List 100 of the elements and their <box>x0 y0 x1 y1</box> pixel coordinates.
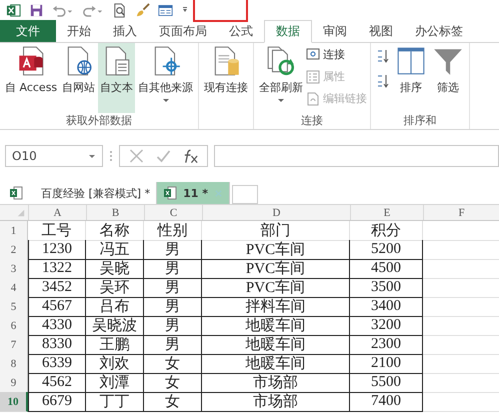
spreadsheet-icon <box>9 186 23 200</box>
table-cell: 4562 <box>28 373 86 393</box>
table-cell: 男 <box>144 316 202 336</box>
group-label: 排序和 <box>402 113 438 129</box>
row-header[interactable]: 10 <box>0 392 28 412</box>
table-cell: 市场部 <box>202 392 350 412</box>
table-cell: 3400 <box>350 297 423 317</box>
ribbon-tab[interactable]: 页面布局 <box>148 20 218 42</box>
print-preview-icon[interactable] <box>112 2 127 18</box>
table-cell: 男 <box>144 240 202 260</box>
column-header[interactable]: A <box>28 205 86 220</box>
row-header[interactable]: 3 <box>0 259 28 279</box>
name-box[interactable]: O10 <box>5 145 103 167</box>
table-cell: 吴晓 <box>86 259 144 279</box>
check-icon[interactable] <box>155 148 172 164</box>
row-header[interactable]: 9 <box>0 373 28 393</box>
table-cell: 吴环 <box>86 278 144 298</box>
properties-icon <box>306 70 320 84</box>
ribbon-button[interactable]: 筛选 <box>430 43 466 113</box>
sort-descending-icon[interactable] <box>376 74 390 88</box>
ribbon-button[interactable]: 排序 <box>393 43 430 113</box>
table-cell: 吕布 <box>86 297 144 317</box>
table-cell: 市场部 <box>202 373 350 393</box>
table-cell: 3452 <box>28 278 86 298</box>
column-header[interactable]: E <box>350 205 423 220</box>
ribbon-button[interactable]: 全部刷新 <box>257 43 306 113</box>
caret-icon[interactable] <box>181 6 189 14</box>
table-cell: 6679 <box>28 392 86 412</box>
table-cell: 王鹏 <box>86 335 144 355</box>
row-header[interactable]: 6 <box>0 316 28 336</box>
column-header[interactable]: D <box>202 205 350 220</box>
ribbon-tab[interactable]: 办公标签 <box>404 20 474 42</box>
table-cell: 1230 <box>28 240 86 260</box>
formula-field[interactable] <box>214 145 499 167</box>
connection-icon <box>306 48 320 62</box>
table-cell: 部门 <box>202 221 350 241</box>
table-cell: 女 <box>144 373 202 393</box>
table-cell: 积分 <box>350 221 423 241</box>
row-header[interactable]: 2 <box>0 240 28 260</box>
brush-icon[interactable] <box>135 2 150 18</box>
table-cell: 吴晓波 <box>86 316 144 336</box>
ribbon-button[interactable]: 连接 <box>306 45 368 64</box>
table-cell: 7400 <box>350 392 423 412</box>
table-cell: 男 <box>144 297 202 317</box>
column-header[interactable]: F <box>423 205 499 220</box>
row-header[interactable]: 5 <box>0 297 28 317</box>
edit-links-icon <box>306 92 320 106</box>
table-cell: 8330 <box>28 335 86 355</box>
table-cell: 名称 <box>86 221 144 241</box>
table-cell: PVC车间 <box>202 278 350 298</box>
table-cell: 工号 <box>28 221 86 241</box>
ribbon-button[interactable]: 现有连接 <box>202 43 250 113</box>
spreadsheet-icon[interactable] <box>6 2 21 18</box>
table-cell: 4500 <box>350 259 423 279</box>
ribbon-button[interactable]: 自其他来源 <box>136 43 196 113</box>
highlight-frame <box>193 0 248 22</box>
row-header[interactable]: 4 <box>0 278 28 298</box>
column-header[interactable]: C <box>144 205 202 220</box>
table-cell: 性别 <box>144 221 202 241</box>
table-cell: 男 <box>144 335 202 355</box>
function-icon[interactable] <box>182 148 199 164</box>
ribbon-tab[interactable]: 插入 <box>102 20 148 42</box>
table-cell: 冯五 <box>86 240 144 260</box>
grip-icon <box>109 150 113 162</box>
table-cell: 女 <box>144 354 202 374</box>
table-cell: 拌料车间 <box>202 297 350 317</box>
ribbon-tab[interactable]: 数据 <box>264 20 312 43</box>
table-cell: 刘潭 <box>86 373 144 393</box>
ribbon-tab[interactable]: 审阅 <box>312 20 358 42</box>
ribbon-button[interactable]: 自网站 <box>60 43 98 113</box>
spreadsheet-icon <box>163 186 178 200</box>
table-cell: 女 <box>144 392 202 412</box>
table-cell: 4567 <box>28 297 86 317</box>
table-cell: 刘欢 <box>86 354 144 374</box>
ribbon-button[interactable]: 自文本 <box>98 43 136 113</box>
table-cell: 丁丁 <box>86 392 144 412</box>
form-icon[interactable] <box>158 2 173 18</box>
save-icon[interactable] <box>29 2 44 18</box>
row-header[interactable]: 8 <box>0 354 28 374</box>
workbook-tab[interactable]: 11 * <box>157 182 230 204</box>
ribbon-tab[interactable]: 开始 <box>56 20 102 42</box>
table-cell: 地暖车间 <box>202 335 350 355</box>
table-cell: 地暖车间 <box>202 316 350 336</box>
sort-ascending-icon[interactable] <box>376 49 390 63</box>
ribbon-tab[interactable]: 公式 <box>218 20 264 42</box>
ribbon-tab[interactable]: 视图 <box>358 20 404 42</box>
group-label: 连接 <box>300 113 324 129</box>
table-cell: PVC车间 <box>202 259 350 279</box>
table-cell: PVC车间 <box>202 240 350 260</box>
row-header[interactable]: 1 <box>0 221 28 241</box>
column-header[interactable]: B <box>86 205 144 220</box>
row-header[interactable]: 7 <box>0 335 28 355</box>
ribbon-button[interactable]: 自 Access <box>3 43 60 113</box>
file-tab[interactable]: 文件 <box>0 20 56 42</box>
table-cell: 3500 <box>350 278 423 298</box>
table-cell: 男 <box>144 259 202 279</box>
table-cell: 男 <box>144 278 202 298</box>
table-cell: 地暖车间 <box>202 354 350 374</box>
table-cell: 2100 <box>350 354 423 374</box>
table-cell: 3200 <box>350 316 423 336</box>
